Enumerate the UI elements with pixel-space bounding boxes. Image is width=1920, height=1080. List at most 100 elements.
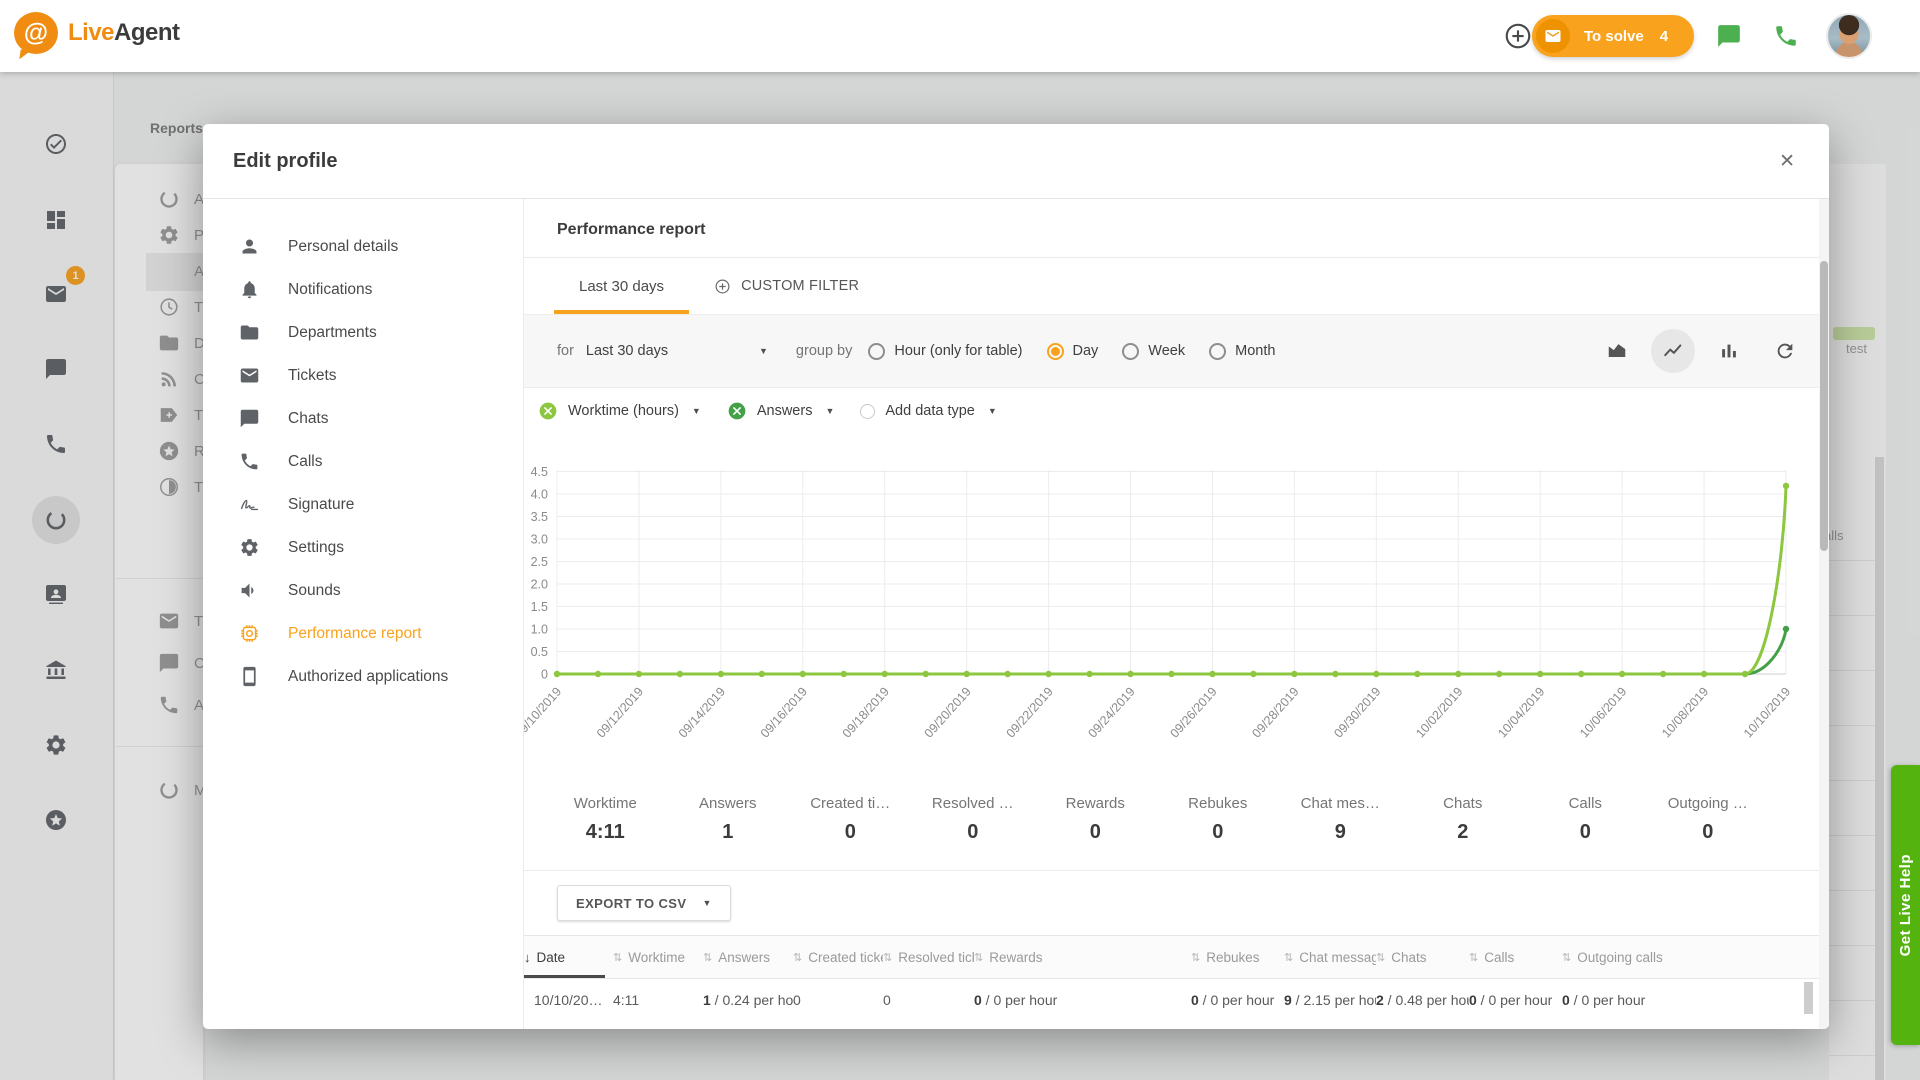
performance-line-chart: 4.54.03.53.02.52.01.51.00.5009/10/201909… xyxy=(524,462,1829,768)
menu-item-authorized-applications[interactable]: Authorized applications xyxy=(203,655,523,698)
line-chart-button[interactable] xyxy=(1651,329,1695,373)
chats-online-icon[interactable] xyxy=(1716,23,1742,49)
column-header-label: Date xyxy=(537,950,566,965)
menu-item-calls[interactable]: Calls xyxy=(203,440,523,483)
empty-circle-icon xyxy=(860,404,875,419)
bar-chart-button[interactable] xyxy=(1707,329,1751,373)
modal-scrollbar-thumb[interactable] xyxy=(1820,261,1828,551)
menu-item-chats[interactable]: Chats xyxy=(203,397,523,440)
menu-item-sounds[interactable]: Sounds xyxy=(203,569,523,612)
folder-icon xyxy=(239,322,260,343)
chat-icon xyxy=(239,408,260,429)
radio-dot xyxy=(868,343,885,360)
to-solve-label: To solve xyxy=(1584,28,1644,45)
chevron-down-icon: ▼ xyxy=(988,406,997,416)
add-new-icon[interactable] xyxy=(1503,21,1533,51)
menu-item-label: Calls xyxy=(288,453,322,471)
sort-icon: ⇅ xyxy=(703,951,712,964)
svg-text:10/04/2019: 10/04/2019 xyxy=(1495,685,1547,741)
stat-value: 1 xyxy=(667,821,790,844)
column-header-label: Outgoing calls xyxy=(1577,950,1663,965)
menu-item-tickets[interactable]: Tickets xyxy=(203,354,523,397)
svg-text:10/10/2019: 10/10/2019 xyxy=(1741,685,1793,741)
to-solve-button[interactable]: To solve 4 xyxy=(1532,15,1694,57)
stat-outgoing: Outgoing …0 xyxy=(1647,795,1770,844)
group-by-label: group by xyxy=(796,343,852,359)
radio-week[interactable]: Week xyxy=(1122,343,1185,360)
modal-scrollbar[interactable] xyxy=(1819,199,1829,1029)
stat-chat-mes: Chat mes…9 xyxy=(1279,795,1402,844)
stat-label: Chat mes… xyxy=(1279,795,1402,812)
chip-answers[interactable]: Answers▼ xyxy=(727,401,835,421)
column-header-worktime[interactable]: ⇅Worktime xyxy=(613,936,703,978)
chevron-down-icon: ▼ xyxy=(759,346,768,356)
column-header-rebukes[interactable]: ⇅Rebukes xyxy=(1191,936,1284,978)
modal-title: Edit profile xyxy=(233,150,337,173)
sort-icon: ⇅ xyxy=(793,951,802,964)
liveagent-logo[interactable]: @ LiveAgent xyxy=(14,12,180,54)
column-header-chats[interactable]: ⇅ Chats xyxy=(1376,936,1469,978)
stat-label: Outgoing … xyxy=(1647,795,1770,812)
modal-header: Edit profile ✕ xyxy=(203,124,1829,199)
table-scrollbar[interactable] xyxy=(1804,982,1813,1014)
plus-circle-icon xyxy=(714,278,731,295)
column-header-rewards[interactable]: ⇅Rewards xyxy=(974,936,1191,978)
radio-month[interactable]: Month xyxy=(1209,343,1275,360)
radio-hour-only-for-table[interactable]: Hour (only for table) xyxy=(868,343,1022,360)
menu-item-signature[interactable]: Signature xyxy=(203,483,523,526)
svg-text:09/24/2019: 09/24/2019 xyxy=(1085,685,1137,741)
column-header-resolved-ticke[interactable]: ⇅Resolved ticke xyxy=(883,936,974,978)
menu-item-departments[interactable]: Departments xyxy=(203,311,523,354)
table-cell: 2 / 0.48 per hour xyxy=(1376,992,1469,1008)
chip-add-data-type[interactable]: Add data type▼ xyxy=(860,403,996,419)
column-header-calls[interactable]: ⇅Calls xyxy=(1469,936,1562,978)
edit-profile-modal: Edit profile ✕ Personal detailsNotificat… xyxy=(203,124,1829,1029)
stat-answers: Answers1 xyxy=(667,795,790,844)
stat-value: 0 xyxy=(1524,821,1647,844)
radio-label: Week xyxy=(1148,343,1185,359)
column-header-outgoing-calls[interactable]: ⇅Outgoing calls xyxy=(1562,936,1829,978)
menu-item-settings[interactable]: Settings xyxy=(203,526,523,569)
bell-icon xyxy=(239,279,260,300)
table-cell: 0 / 0 per hour xyxy=(1469,992,1562,1008)
signature-icon xyxy=(239,494,260,515)
tab-custom-filter[interactable]: CUSTOM FILTER xyxy=(689,258,884,314)
tab-last-30-days[interactable]: Last 30 days xyxy=(554,258,689,314)
stat-rewards: Rewards0 xyxy=(1034,795,1157,844)
menu-item-personal-details[interactable]: Personal details xyxy=(203,225,523,268)
sort-icon: ⇅ xyxy=(1284,951,1293,964)
stat-chats: Chats2 xyxy=(1402,795,1525,844)
summary-stats: Worktime4:11Answers1Created ti…0Resolved… xyxy=(524,773,1829,871)
group-by-radios: Hour (only for table) Day Week Month xyxy=(868,343,1299,360)
chip-worktime-hours[interactable]: Worktime (hours)▼ xyxy=(538,401,701,421)
user-avatar[interactable] xyxy=(1826,13,1872,59)
refresh-button[interactable] xyxy=(1763,329,1807,373)
sort-icon: ⇅ xyxy=(1376,951,1385,964)
radio-day[interactable]: Day xyxy=(1047,343,1099,360)
column-header-label: Chats xyxy=(1391,950,1426,965)
chip-icon xyxy=(239,623,260,644)
mail-icon xyxy=(239,365,260,386)
close-icon[interactable]: ✕ xyxy=(1775,146,1799,177)
mail-icon xyxy=(1544,27,1562,45)
radio-dot xyxy=(1047,343,1064,360)
column-header-answers[interactable]: ⇅ Answers xyxy=(703,936,793,978)
column-header-created-ticket[interactable]: ⇅ Created ticket xyxy=(793,936,883,978)
export-to-csv-button[interactable]: EXPORT TO CSV ▼ xyxy=(557,885,731,921)
svg-text:09/26/2019: 09/26/2019 xyxy=(1167,685,1219,741)
radio-label: Month xyxy=(1235,343,1275,359)
svg-text:0.5: 0.5 xyxy=(531,645,548,659)
column-header-label: Created ticket xyxy=(808,950,883,965)
column-header-chat-message[interactable]: ⇅Chat message xyxy=(1284,936,1376,978)
refresh-icon xyxy=(1774,340,1796,362)
stat-rebukes: Rebukes0 xyxy=(1157,795,1280,844)
table-row[interactable]: 10/10/20…4:111 / 0.24 per hour000 / 0 pe… xyxy=(524,978,1829,1021)
area-chart-button[interactable] xyxy=(1595,329,1639,373)
menu-item-performance-report[interactable]: Performance report xyxy=(203,612,523,655)
column-header-label: Answers xyxy=(718,950,770,965)
date-range-select[interactable]: Last 30 days ▼ xyxy=(586,343,768,359)
column-header-date[interactable]: ↓Date xyxy=(524,936,613,978)
calls-online-icon[interactable] xyxy=(1773,23,1799,49)
get-live-help-ribbon[interactable]: Get Live Help xyxy=(1891,765,1920,1045)
menu-item-notifications[interactable]: Notifications xyxy=(203,268,523,311)
